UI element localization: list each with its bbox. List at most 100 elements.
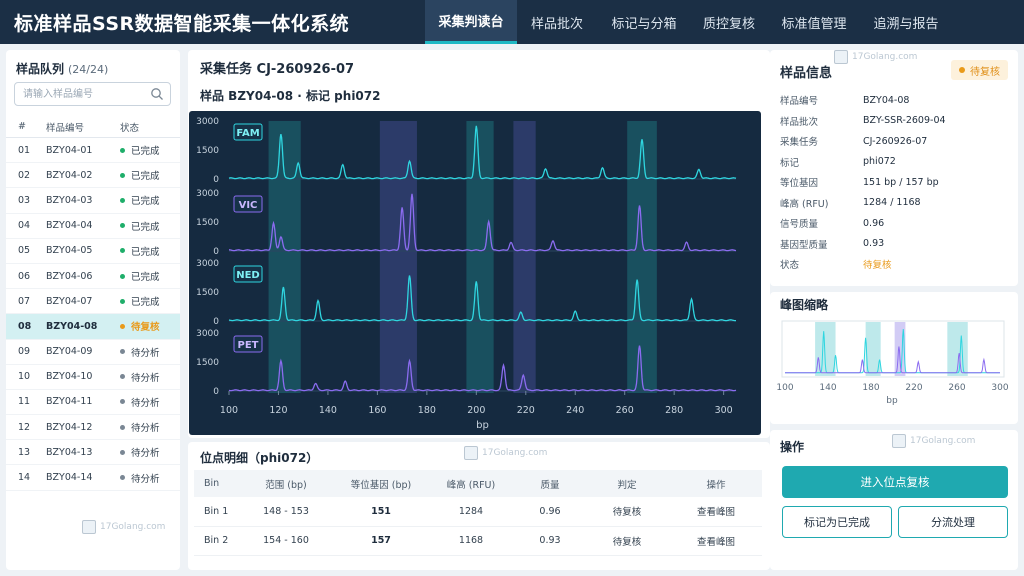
queue-row-status-label: 待分析 bbox=[131, 473, 160, 485]
info-key: 状态 bbox=[780, 260, 800, 272]
split-processing-button[interactable]: 分流处理 bbox=[898, 506, 1008, 538]
locus-column-header: 操作 bbox=[670, 470, 762, 497]
queue-row-sample-id: BZY04-13 bbox=[46, 446, 93, 458]
queue-row-status: 待分析 bbox=[120, 370, 180, 384]
electropherogram[interactable]: 0 1500 3000 FAM 0 1500 3000 VIC 0 1500 3000 NED 0 150… bbox=[189, 111, 761, 435]
info-key: 基因型质量 bbox=[780, 239, 828, 251]
locus-column-header: Bin bbox=[194, 470, 236, 497]
bin-highlight-band bbox=[466, 121, 494, 393]
y-tick-label: 0 bbox=[213, 175, 219, 185]
queue-row-status: 已完成 bbox=[120, 193, 180, 207]
locus-column-header: 等位基因 (bp) bbox=[336, 470, 426, 497]
info-value: 151 bp / 157 bp bbox=[863, 176, 939, 188]
thumbnail-x-tick-label: 140 bbox=[819, 383, 836, 393]
sample-info-list: 样品编号 BZY04-08 样品批次 BZY-SSR-2609-04 采集任务 CJ-26… bbox=[780, 90, 946, 275]
queue-row[interactable]: 11 BZY04-11 待分析 bbox=[6, 390, 180, 416]
locus-cell-allele: 157 bbox=[336, 526, 426, 556]
queue-row-sample-id: BZY04-09 bbox=[46, 346, 93, 358]
watermark: 17Golang.com bbox=[892, 434, 975, 448]
x-tick-label: 300 bbox=[715, 405, 733, 416]
nav-tab-3[interactable]: 标记与分箱 bbox=[597, 0, 691, 44]
queue-row[interactable]: 06 BZY04-06 已完成 bbox=[6, 264, 180, 290]
sample-queue-panel: 样品队列(24/24) # 样品编号 状态 01 BZY04-01 已完成 02 BZY04-… bbox=[6, 50, 180, 570]
peak-thumbnail-chart[interactable]: 100 140 180 220 260 300 bp bbox=[770, 316, 1018, 422]
queue-row-index: 04 bbox=[18, 220, 31, 232]
queue-row[interactable]: 14 BZY04-14 待分析 bbox=[6, 465, 180, 491]
status-dot-icon bbox=[120, 147, 125, 153]
queue-row-sample-id: BZY04-01 bbox=[46, 144, 93, 156]
thumbnail-x-axis-label: bp bbox=[886, 396, 898, 406]
sample-marker-line: 样品 BZY04-08 · 标记 phi072 bbox=[200, 89, 381, 103]
locus-cell-bin: Bin 2 bbox=[194, 526, 236, 556]
queue-row-status-label: 已完成 bbox=[131, 297, 160, 309]
queue-row[interactable]: 13 BZY04-13 待分析 bbox=[6, 440, 180, 466]
info-value: phi072 bbox=[863, 156, 896, 168]
queue-row[interactable]: 02 BZY04-02 已完成 bbox=[6, 163, 180, 189]
x-tick-label: 140 bbox=[319, 405, 337, 416]
locus-cell-verdict: 待复核 bbox=[584, 497, 670, 527]
queue-row[interactable]: 08 BZY04-08 待复核 bbox=[6, 314, 180, 340]
y-tick-label: 0 bbox=[213, 387, 219, 397]
info-value: BZY-SSR-2609-04 bbox=[863, 115, 946, 127]
info-row: 等位基因 151 bp / 157 bp bbox=[780, 172, 946, 193]
queue-row-sample-id: BZY04-02 bbox=[46, 169, 93, 181]
queue-row-status: 已完成 bbox=[120, 168, 180, 182]
queue-row-index: 09 bbox=[18, 346, 31, 358]
watermark-logo-icon bbox=[82, 520, 96, 534]
status-dot-icon bbox=[120, 223, 125, 229]
status-dot-icon bbox=[120, 172, 125, 178]
queue-title: 样品队列 (24/24) bbox=[16, 60, 108, 77]
locus-cell-bin: Bin 1 bbox=[194, 497, 236, 527]
locus-cell-action[interactable]: 查看峰图 bbox=[670, 497, 762, 527]
watermark-logo-icon bbox=[892, 434, 906, 448]
locus-detail-table: Bin 范围 (bp) 等位基因 (bp) 峰高 (RFU) 质量 判定 操作 Bin 11… bbox=[194, 470, 762, 556]
nav-tab-4[interactable]: 质控复核 bbox=[691, 0, 767, 44]
queue-count: (24/24) bbox=[68, 63, 109, 76]
locus-cell-action[interactable]: 查看峰图 bbox=[670, 526, 762, 556]
info-key: 峰高 (RFU) bbox=[780, 198, 829, 210]
queue-row[interactable]: 01 BZY04-01 已完成 bbox=[6, 138, 180, 164]
queue-column-header: 状态 bbox=[120, 122, 140, 134]
queue-row-status: 待分析 bbox=[120, 395, 180, 409]
y-tick-label: 0 bbox=[213, 317, 219, 327]
sample-info-panel: 样品信息 17Golang.com 待复核 样品编号 BZY04-08 样品批次 BZ… bbox=[770, 50, 1018, 286]
locus-column-header: 范围 (bp) bbox=[236, 470, 336, 497]
info-row: 基因型质量 0.93 bbox=[780, 234, 946, 255]
queue-row[interactable]: 04 BZY04-04 已完成 bbox=[6, 214, 180, 239]
nav-tab-1[interactable]: 采集判读台 bbox=[425, 0, 517, 44]
queue-row-sample-id: BZY04-03 bbox=[46, 194, 93, 206]
sample-search-input[interactable] bbox=[15, 83, 140, 105]
nav-tab-5[interactable]: 标准值管理 bbox=[767, 0, 861, 44]
queue-row[interactable]: 12 BZY04-12 待分析 bbox=[6, 415, 180, 441]
queue-row[interactable]: 03 BZY04-03 已完成 bbox=[6, 188, 180, 214]
info-row: 状态 待复核 bbox=[780, 254, 946, 275]
nav-tab-2[interactable]: 样品批次 bbox=[517, 0, 597, 44]
y-tick-label: 0 bbox=[213, 247, 219, 257]
mark-complete-button[interactable]: 标记为已完成 bbox=[782, 506, 892, 538]
watermark-logo-icon bbox=[834, 50, 848, 64]
sample-info-title: 样品信息 bbox=[780, 66, 833, 81]
watermark: 17Golang.com bbox=[82, 520, 165, 534]
queue-row-status: 待分析 bbox=[120, 445, 180, 459]
info-key: 等位基因 bbox=[780, 178, 819, 190]
queue-row[interactable]: 07 BZY04-07 已完成 bbox=[6, 289, 180, 315]
info-key: 标记 bbox=[780, 157, 800, 169]
nav-tab-6[interactable]: 追溯与报告 bbox=[861, 0, 951, 44]
enter-locus-review-button[interactable]: 进入位点复核 bbox=[782, 466, 1008, 498]
queue-row[interactable]: 09 BZY04-09 待分析 bbox=[6, 340, 180, 365]
queue-row-index: 02 bbox=[18, 169, 31, 181]
queue-row-status: 已完成 bbox=[120, 294, 180, 308]
queue-row[interactable]: 10 BZY04-10 待分析 bbox=[6, 365, 180, 390]
info-row: 样品编号 BZY04-08 bbox=[780, 90, 946, 111]
status-dot-icon bbox=[120, 298, 125, 304]
x-tick-label: 100 bbox=[220, 405, 238, 416]
status-dot-icon bbox=[120, 399, 125, 405]
status-dot-icon bbox=[120, 475, 125, 481]
queue-row[interactable]: 05 BZY04-05 已完成 bbox=[6, 239, 180, 264]
info-row: 采集任务 CJ-260926-07 bbox=[780, 131, 946, 152]
queue-row-status-label: 已完成 bbox=[131, 272, 160, 284]
x-tick-label: 160 bbox=[368, 405, 386, 416]
sample-queue-table: # 样品编号 状态 01 BZY04-01 已完成 02 BZY04-02 已完成 03 BZY04… bbox=[6, 116, 180, 491]
locus-cell-height: 1168 bbox=[426, 526, 516, 556]
search-icon[interactable] bbox=[150, 87, 164, 101]
